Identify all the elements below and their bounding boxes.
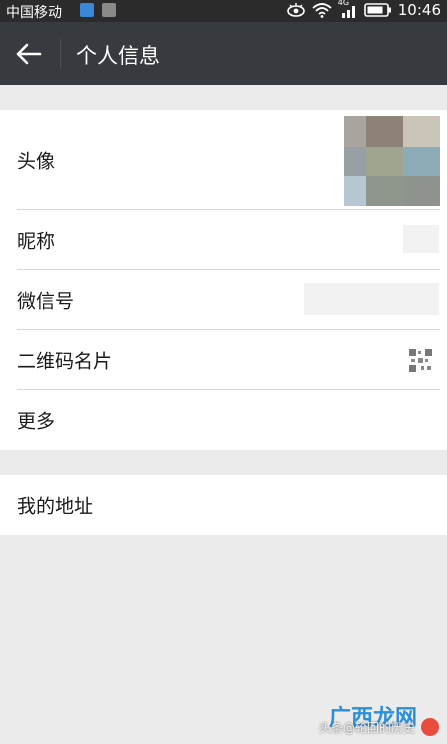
avatar-pixel	[344, 116, 366, 147]
avatar	[344, 116, 440, 206]
more-row[interactable]: 更多	[0, 390, 447, 450]
page-title: 个人信息	[76, 44, 160, 68]
nickname-value-blurred	[403, 225, 439, 253]
signal-icon: 4G	[338, 0, 358, 18]
avatar-pixel	[366, 116, 403, 147]
qr-card-label: 二维码名片	[17, 350, 113, 373]
carrier-label: 中国移动	[6, 5, 62, 21]
avatar-pixel	[403, 147, 440, 176]
wechat-id-row[interactable]: 微信号	[0, 270, 447, 330]
avatar-row[interactable]: 头像	[0, 110, 447, 210]
back-arrow-icon[interactable]	[14, 40, 44, 68]
avatar-label: 头像	[17, 150, 56, 173]
eye-icon	[286, 3, 305, 17]
wifi-icon	[312, 3, 332, 18]
watermark-caption: 头条@轮回的历史	[318, 721, 415, 735]
avatar-pixel	[403, 176, 440, 206]
avatar-pixel	[344, 147, 366, 176]
more-label: 更多	[17, 410, 56, 433]
photo-notification-icon	[80, 3, 94, 17]
gallery-notification-icon	[102, 3, 116, 17]
appbar-divider	[60, 39, 61, 69]
avatar-pixel	[403, 116, 440, 147]
wechat-id-label: 微信号	[17, 290, 75, 313]
avatar-pixel	[366, 147, 403, 176]
avatar-pixel	[366, 176, 403, 206]
address-group: 我的地址	[0, 475, 447, 535]
battery-icon	[363, 3, 391, 17]
address-row[interactable]: 我的地址	[0, 475, 447, 535]
address-label: 我的地址	[17, 495, 94, 518]
status-bar: 中国移动 4G 10:46	[0, 0, 447, 22]
nickname-label: 昵称	[17, 230, 56, 253]
clock: 10:46	[397, 1, 441, 19]
watermark-dot	[421, 718, 439, 736]
qr-card-row[interactable]: 二维码名片	[0, 330, 447, 390]
wechat-id-value-blurred	[304, 283, 439, 315]
qr-code-icon	[409, 349, 432, 372]
app-bar: 个人信息	[0, 22, 447, 85]
profile-group: 头像 昵称 微信号 二维码名片 更多	[0, 110, 447, 450]
avatar-pixel	[344, 176, 366, 206]
nickname-row[interactable]: 昵称	[0, 210, 447, 270]
